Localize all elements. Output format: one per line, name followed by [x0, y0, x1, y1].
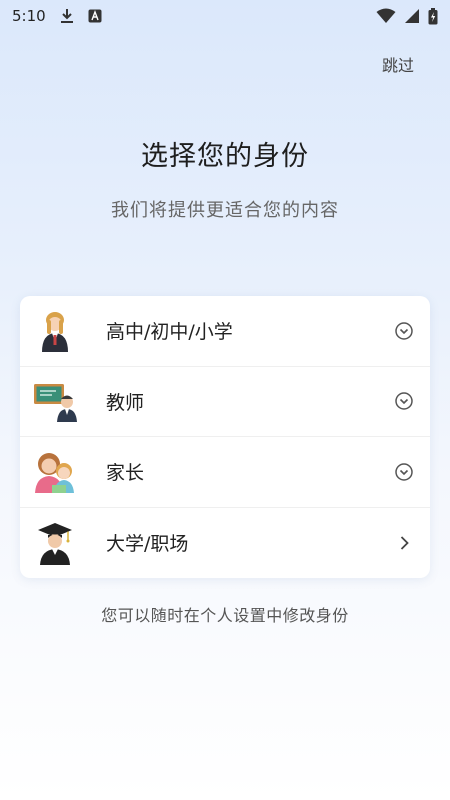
parent-avatar-icon: [35, 452, 74, 493]
graduate-avatar-icon: [38, 522, 72, 565]
status-left: 5:10: [12, 7, 102, 25]
teacher-avatar-icon: [34, 384, 77, 423]
role-label-student: 高中/初中/小学: [106, 321, 233, 344]
student-avatar-icon: [42, 311, 68, 352]
app-icon: [88, 9, 102, 23]
role-label-graduate: 大学/职场: [106, 533, 189, 556]
chevron-down-circle-icon: [395, 392, 413, 410]
wifi-icon: [376, 8, 396, 23]
battery-icon: [428, 7, 438, 24]
role-item-teacher[interactable]: 教师: [20, 367, 430, 437]
status-bar: 5:10: [0, 0, 450, 32]
chevron-down-circle-icon: [395, 463, 413, 481]
signal-icon: [405, 9, 419, 23]
skip-button[interactable]: 跳过: [382, 52, 414, 76]
chevron-right-icon: [400, 536, 409, 550]
download-icon: [60, 9, 73, 23]
role-item-student[interactable]: 高中/初中/小学: [20, 296, 430, 367]
role-item-graduate[interactable]: 大学/职场: [20, 508, 430, 579]
page-subtitle: 我们将提供更适合您的内容: [111, 200, 339, 221]
role-item-parent[interactable]: 家长: [20, 437, 430, 508]
role-label-teacher: 教师: [106, 391, 145, 414]
footer-note: 您可以随时在个人设置中修改身份: [101, 606, 349, 625]
role-label-parent: 家长: [106, 462, 145, 485]
role-list-card: 高中/初中/小学 教师 家长 大学/职场: [20, 296, 430, 578]
page-title: 选择您的身份: [141, 141, 309, 172]
status-right: [376, 7, 438, 25]
status-time: 5:10: [12, 7, 46, 25]
chevron-down-circle-icon: [395, 322, 413, 340]
